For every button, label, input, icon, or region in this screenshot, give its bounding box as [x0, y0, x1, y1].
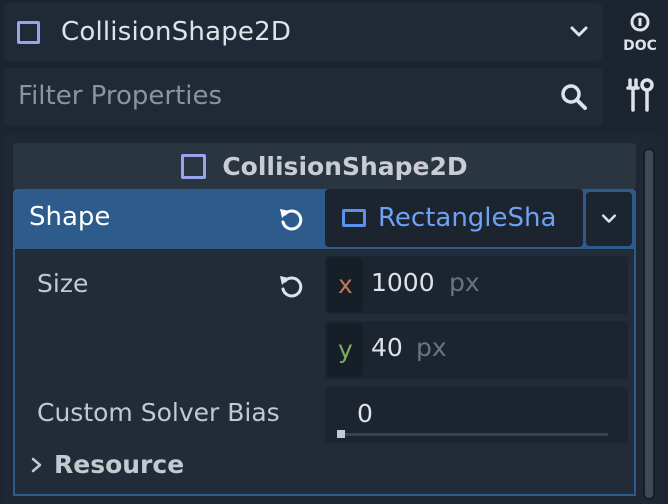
doc-icon[interactable]: DOC [618, 8, 662, 54]
node-name: CollisionShape2D [61, 17, 292, 47]
collision-shape-node-icon [17, 20, 40, 44]
chevron-down-icon [601, 214, 617, 223]
custom-solver-bias-value: 0 [357, 399, 373, 428]
search-icon [561, 84, 587, 110]
chevron-down-icon [570, 26, 588, 37]
collision-shape-section-icon [181, 153, 207, 179]
shape-resource-dropdown[interactable] [586, 192, 632, 246]
y-axis-box: y [327, 323, 363, 377]
y-axis-label: y [338, 335, 353, 364]
custom-solver-bias-label: Custom Solver Bias [37, 398, 280, 427]
filter-placeholder: Filter Properties [18, 81, 223, 111]
shape-label: Shape [29, 202, 111, 232]
vertical-scrollbar[interactable] [643, 148, 655, 500]
tools-icon[interactable] [622, 76, 658, 116]
shape-resource-picker[interactable]: RectangleSha [325, 189, 583, 247]
revert-icon[interactable] [277, 272, 305, 300]
scrollbar-thumb[interactable] [645, 150, 653, 498]
x-axis-box: x [327, 258, 363, 312]
resource-group[interactable]: Resource [30, 450, 184, 479]
section-header[interactable]: CollisionShape2D [13, 143, 636, 189]
shape-resource-name: RectangleSha [378, 203, 557, 233]
section-title: CollisionShape2D [222, 151, 468, 181]
doc-label: DOC [623, 38, 657, 54]
inspector-dock: CollisionShape2D DOC Filter Properties C… [0, 0, 668, 504]
filter-properties-input[interactable]: Filter Properties [4, 68, 603, 126]
size-y-value: 40 [371, 333, 403, 362]
rectangle-shape-icon [342, 209, 366, 227]
slider-grabber[interactable] [337, 430, 345, 438]
node-selector[interactable]: CollisionShape2D [4, 3, 603, 61]
revert-icon[interactable] [277, 205, 305, 233]
size-label: Size [37, 269, 89, 298]
size-x-field[interactable]: x 1000 px [325, 256, 628, 314]
custom-solver-bias-slider[interactable]: 0 [325, 387, 628, 443]
resource-label: Resource [54, 450, 185, 479]
x-axis-label: x [338, 270, 353, 299]
size-x-unit: px [449, 268, 480, 297]
slider-track [337, 433, 608, 436]
size-x-value: 1000 [371, 268, 435, 297]
size-y-field[interactable]: y 40 px [325, 321, 628, 379]
chevron-right-icon [31, 457, 42, 472]
size-y-unit: px [416, 333, 447, 362]
